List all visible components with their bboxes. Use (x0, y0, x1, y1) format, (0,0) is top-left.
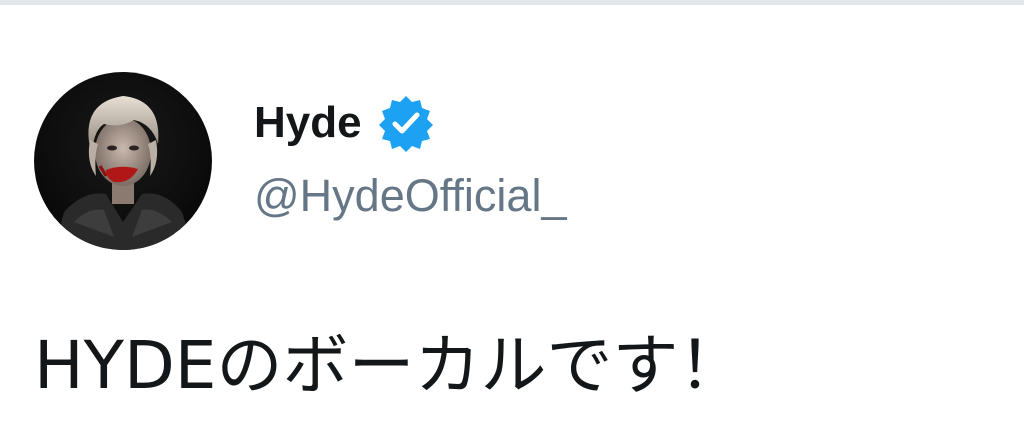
tweet-header: Hyde @HydeOfficial_ (34, 72, 566, 250)
tweet-text: HYDEのボーカルです！ (34, 327, 745, 404)
display-name[interactable]: Hyde (254, 98, 362, 148)
tweet-card: Hyde @HydeOfficial_ HYDEのボーカルです！ (0, 0, 1024, 443)
author-identity: Hyde @HydeOfficial_ (254, 72, 566, 222)
verified-badge-icon (376, 93, 436, 153)
avatar-image (34, 72, 212, 250)
name-row: Hyde (254, 92, 566, 154)
user-handle[interactable]: @HydeOfficial_ (254, 170, 566, 222)
avatar[interactable] (34, 72, 212, 250)
top-divider (0, 0, 1024, 5)
